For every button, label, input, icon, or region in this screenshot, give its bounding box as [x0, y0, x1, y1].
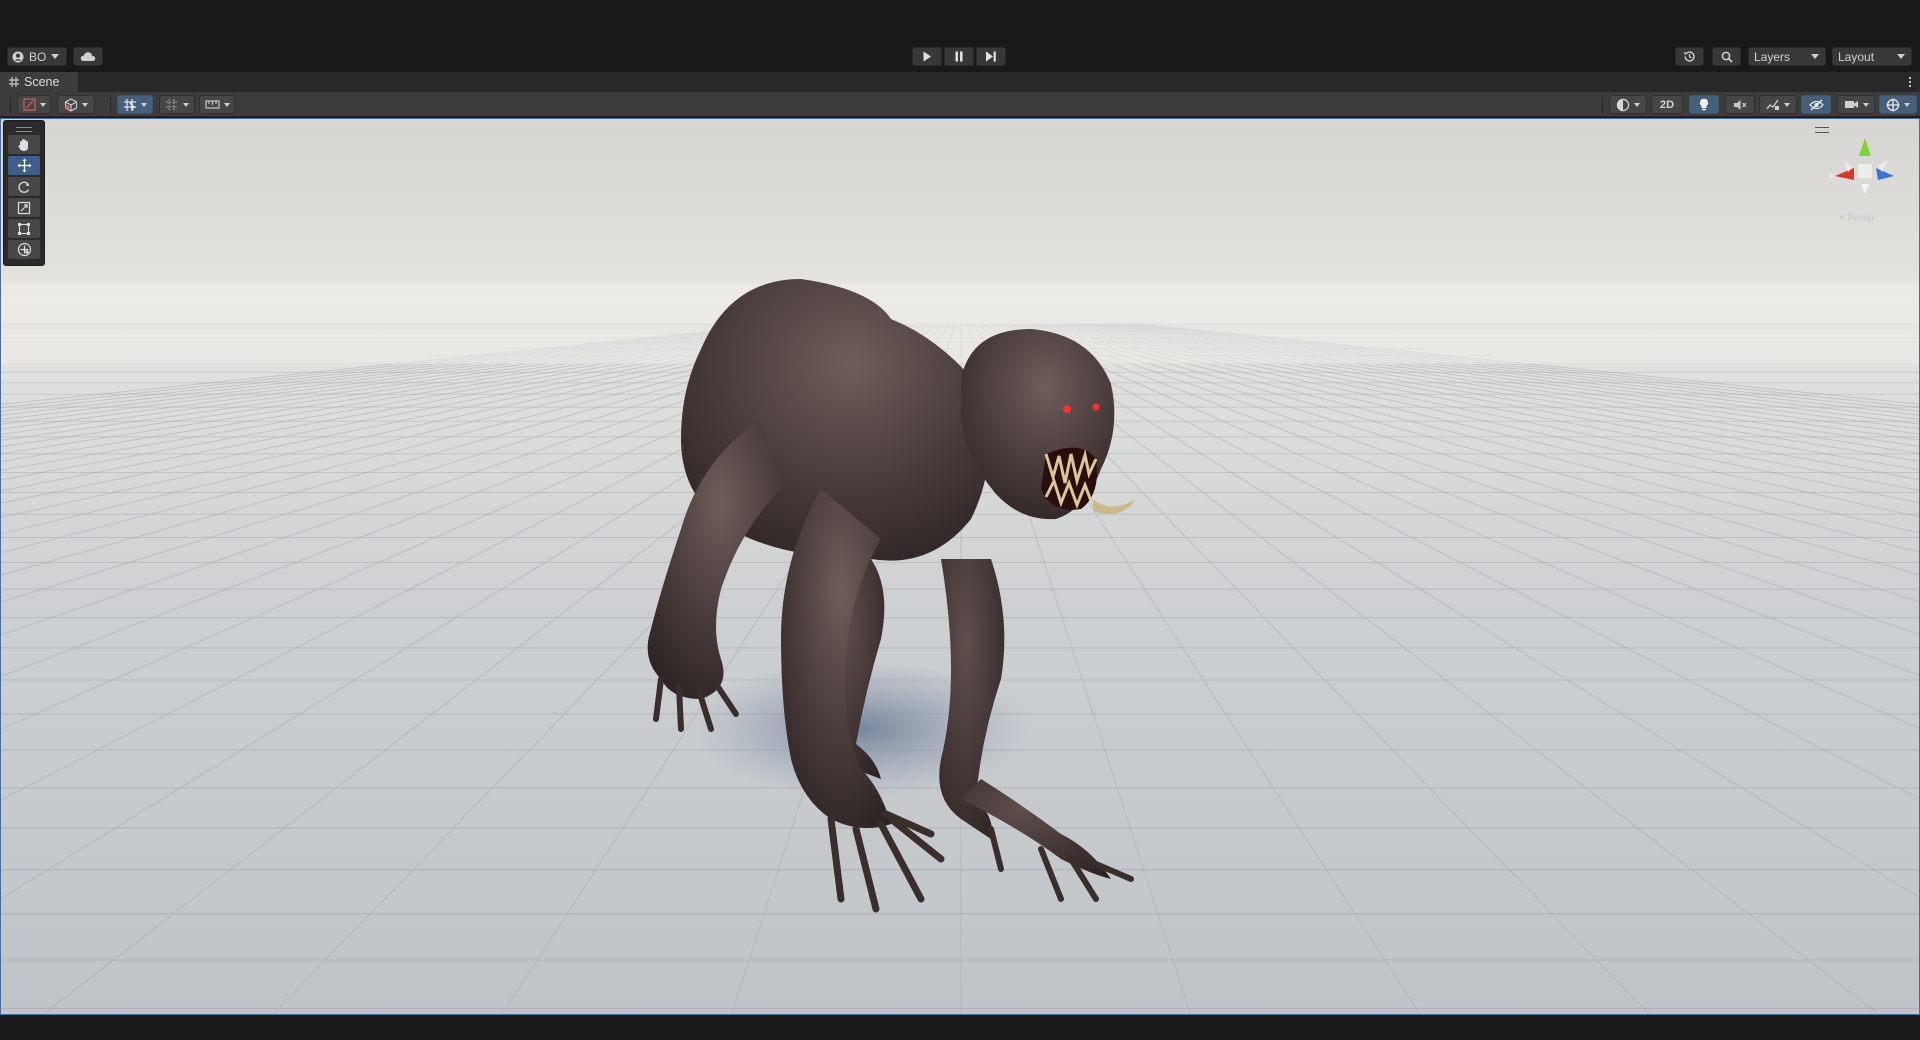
tool-palette	[3, 120, 45, 266]
projection-label[interactable]: < Persp	[1839, 213, 1874, 224]
chevron-down-icon	[1904, 102, 1910, 107]
chevron-down-icon	[1862, 102, 1869, 107]
account-label: BO	[29, 49, 47, 64]
chevron-down-icon	[183, 102, 189, 107]
scene-viewport[interactable]	[0, 118, 1920, 1015]
layout-label: Layout	[1838, 49, 1875, 64]
scene-visibility-toggle[interactable]	[1801, 95, 1831, 114]
lighting-toggle[interactable]	[1689, 95, 1719, 114]
chevron-down-icon	[141, 102, 147, 107]
transform-icon	[17, 242, 31, 257]
gizmo-y-axis[interactable]	[1859, 138, 1871, 156]
audio-mute-icon	[1734, 99, 1747, 110]
gizmo-y-neg-axis	[1861, 184, 1869, 194]
scale-tool-button[interactable]	[8, 198, 40, 217]
hidden-eye-icon	[1808, 98, 1824, 111]
creature-tusk	[1093, 499, 1136, 515]
gizmo-icon	[1886, 98, 1900, 111]
step-button[interactable]	[976, 47, 1006, 66]
status-bar	[0, 1015, 1920, 1040]
title-strip	[0, 0, 1920, 45]
scene-toolbar: 2D	[0, 92, 1920, 117]
camera-icon	[1844, 101, 1858, 108]
search-button[interactable]	[1712, 47, 1741, 66]
toggle-2d-label: 2D	[1659, 98, 1675, 111]
play-icon	[923, 51, 931, 62]
tool-settings-dropdown[interactable]	[17, 95, 51, 114]
layers-dropdown[interactable]: Layers	[1748, 47, 1826, 66]
creature-claw-right	[827, 810, 945, 913]
ruler-icon	[204, 100, 220, 109]
chevron-down-icon	[1784, 102, 1790, 107]
camera-settings-dropdown[interactable]	[1837, 95, 1875, 114]
history-button[interactable]	[1675, 47, 1704, 66]
toggle-2d-button[interactable]: 2D	[1651, 95, 1683, 114]
draw-mode-dropdown[interactable]	[57, 95, 95, 114]
toolbar-separator	[110, 97, 111, 113]
tab-scene[interactable]: Scene	[0, 72, 78, 92]
layout-dropdown[interactable]: Layout	[1832, 47, 1912, 66]
creature-model[interactable]	[641, 259, 1281, 1015]
cloud-icon	[80, 52, 96, 61]
gizmo-center[interactable]	[1858, 164, 1872, 178]
pause-icon	[955, 51, 963, 62]
history-icon	[1684, 51, 1695, 62]
rect-tool-button[interactable]	[8, 219, 40, 238]
play-button[interactable]	[912, 47, 942, 66]
audio-toggle[interactable]	[1725, 95, 1755, 114]
toolbar-separator	[10, 97, 11, 113]
move-icon	[17, 158, 31, 173]
gizmo-z-axis[interactable]	[1876, 168, 1894, 180]
chevron-down-icon	[1811, 54, 1819, 59]
rotate-icon	[18, 181, 30, 193]
creature-eye-left	[1063, 405, 1071, 413]
tab-menu-button[interactable]	[1906, 74, 1914, 90]
unity-editor-window: BO Layers Layout Scene 2D < Persp	[0, 0, 1920, 1040]
lightbulb-icon	[1699, 98, 1709, 111]
account-icon	[12, 51, 24, 62]
toolbar-separator	[1602, 97, 1603, 113]
gizmo-x-axis[interactable]	[1835, 168, 1854, 180]
hand-icon	[18, 138, 28, 151]
chevron-down-icon	[1897, 54, 1905, 59]
gizmos-dropdown[interactable]	[1879, 95, 1917, 114]
creature-eye-right	[1092, 403, 1100, 411]
transform-tool-button[interactable]	[8, 240, 40, 259]
chevron-down-icon	[39, 102, 46, 107]
cube-icon	[64, 97, 78, 112]
search-icon	[1721, 51, 1733, 63]
chevron-down-icon	[51, 54, 60, 59]
main-toolbar: BO Layers Layout	[0, 45, 1920, 69]
effects-dropdown[interactable]	[1759, 95, 1797, 114]
hand-tool-button[interactable]	[8, 135, 40, 154]
shading-mode-dropdown[interactable]	[1609, 95, 1647, 114]
chevron-down-icon	[223, 102, 230, 107]
scene-tab-bar: Scene	[0, 72, 1920, 92]
shaded-sphere-icon	[1616, 98, 1630, 111]
cloud-button[interactable]	[73, 47, 103, 66]
grid-icon	[166, 98, 178, 111]
grid-visibility-dropdown[interactable]	[159, 95, 195, 114]
pause-button[interactable]	[944, 47, 974, 66]
chevron-down-icon	[1634, 102, 1640, 107]
scene-tab-title: Scene	[24, 75, 60, 89]
move-tool-button[interactable]	[8, 156, 40, 175]
tool-settings-icon	[22, 98, 36, 111]
grid-snap-icon	[124, 98, 136, 111]
chevron-down-icon	[82, 102, 88, 107]
rect-transform-icon	[18, 222, 30, 235]
increment-snap-dropdown[interactable]	[199, 95, 235, 114]
gizmo-dot	[1900, 134, 1904, 138]
account-button[interactable]: BO	[7, 47, 67, 66]
layers-label: Layers	[1754, 49, 1791, 64]
step-icon	[986, 51, 996, 62]
effects-icon	[1766, 99, 1779, 110]
gizmo-x-dot	[1829, 174, 1833, 178]
scene-grid-icon	[9, 77, 19, 87]
rotate-tool-button[interactable]	[8, 177, 40, 196]
scale-icon	[17, 201, 31, 214]
palette-grip[interactable]	[16, 127, 32, 132]
grid-snapping-toggle[interactable]	[117, 95, 153, 114]
